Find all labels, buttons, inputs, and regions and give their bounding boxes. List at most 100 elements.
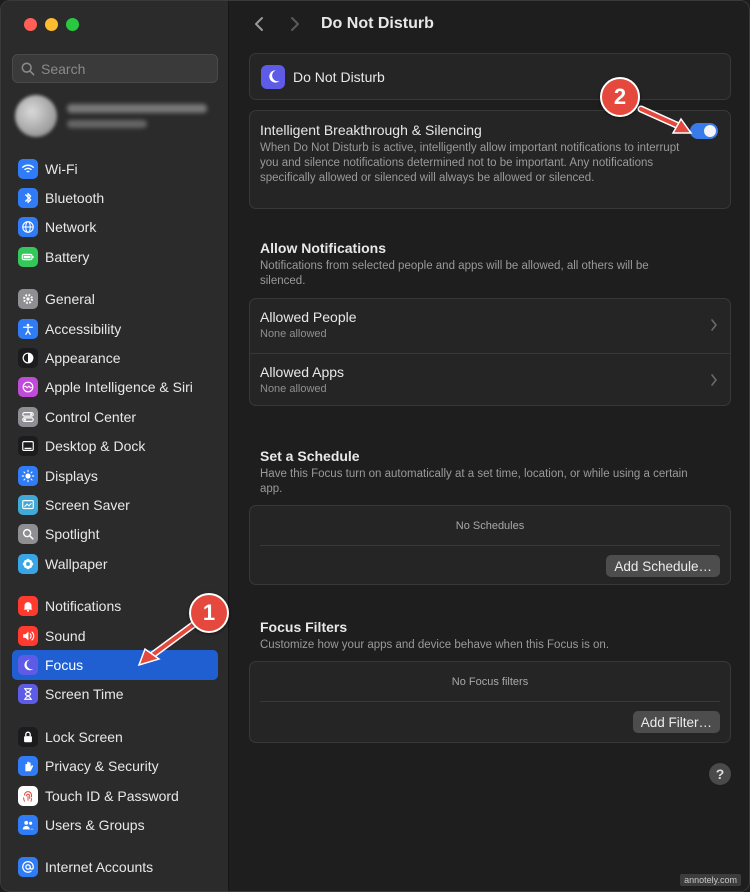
help-button[interactable]: ? xyxy=(709,763,731,785)
toolbar: Do Not Disturb xyxy=(230,1,749,47)
sidebar-item-displays[interactable]: Displays xyxy=(12,461,218,490)
hand-icon xyxy=(18,756,38,777)
forward-chevron-icon[interactable] xyxy=(286,15,304,33)
schedule-header: Set a Schedule Have this Focus turn on a… xyxy=(260,448,720,497)
sidebar-item-bluetooth[interactable]: Bluetooth xyxy=(12,183,218,212)
sidebar-item-label: Spotlight xyxy=(45,526,100,543)
sidebar-group: Wi-Fi Bluetooth Network Battery xyxy=(12,154,218,272)
sidebar-item-label: Network xyxy=(45,219,97,236)
sidebar-item-privacy-and-security[interactable]: Privacy & Security xyxy=(12,751,218,780)
wifi-icon xyxy=(18,158,38,179)
sidebar-item-screen-time[interactable]: Screen Time xyxy=(12,680,218,709)
dnd-focus-header: Do Not Disturb xyxy=(249,53,731,100)
back-chevron-icon[interactable] xyxy=(250,15,268,33)
gear-icon xyxy=(18,289,38,310)
no-schedules-text: No Schedules xyxy=(260,506,720,546)
sidebar-item-accessibility[interactable]: Accessibility xyxy=(12,314,218,343)
sidebar-item-label: Wi-Fi xyxy=(45,160,78,177)
allowed-apps-title: Allowed Apps xyxy=(260,364,345,380)
sidebar-item-apple-intelligence-and-siri[interactable]: Apple Intelligence & Siri xyxy=(12,373,218,402)
speaker-icon xyxy=(18,625,38,646)
allowed-people-row[interactable]: Allowed People None allowed xyxy=(250,299,730,353)
screen-saver-icon xyxy=(18,494,38,515)
sidebar-item-label: Apple Intelligence & Siri xyxy=(45,379,193,396)
zoom-window-button[interactable] xyxy=(66,18,79,31)
sidebar-item-label: Wallpaper xyxy=(45,555,108,572)
control-center-icon xyxy=(18,406,38,427)
close-window-button[interactable] xyxy=(24,18,37,31)
sidebar-item-label: Screen Saver xyxy=(45,496,130,513)
add-filter-button[interactable]: Add Filter… xyxy=(632,711,720,733)
search-field[interactable] xyxy=(12,54,218,83)
sidebar-item-touch-id-and-password[interactable]: Touch ID & Password xyxy=(12,781,218,810)
sidebar-group: General Accessibility Appearance Apple Inte… xyxy=(12,285,218,579)
sidebar-item-internet-accounts[interactable]: Internet Accounts xyxy=(12,853,218,882)
sidebar-item-desktop-and-dock[interactable]: Desktop & Dock xyxy=(12,432,218,461)
sidebar-item-label: Users & Groups xyxy=(45,816,145,833)
bell-icon xyxy=(18,596,38,617)
magnifier-icon xyxy=(18,524,38,545)
sidebar-item-spotlight[interactable]: Spotlight xyxy=(12,520,218,549)
sidebar-item-network[interactable]: Network xyxy=(12,213,218,242)
allowed-people-subtitle: None allowed xyxy=(260,328,327,340)
window-controls xyxy=(24,18,79,31)
schedule-description: Have this Focus turn on automatically at… xyxy=(260,468,688,495)
no-focus-filters-text: No Focus filters xyxy=(260,662,720,702)
sidebar-item-label: Touch ID & Password xyxy=(45,787,179,804)
moon-icon xyxy=(18,654,38,675)
chevron-right-icon xyxy=(711,374,717,386)
sidebar-item-label: Accessibility xyxy=(45,320,122,337)
sidebar-item-label: Focus xyxy=(45,656,84,673)
sidebar-item-control-center[interactable]: Control Center xyxy=(12,402,218,431)
profile-name-redacted xyxy=(67,104,207,128)
sidebar-item-label: Control Center xyxy=(45,408,137,425)
toggle-knob xyxy=(704,125,716,137)
annotation-arrow-1 xyxy=(137,621,197,667)
siri-icon xyxy=(18,377,38,398)
sidebar-item-label: Appearance xyxy=(45,350,121,367)
sidebar-item-label: Bluetooth xyxy=(45,190,105,207)
sidebar-item-wallpaper[interactable]: Wallpaper xyxy=(12,549,218,578)
apple-account-profile[interactable] xyxy=(15,93,215,139)
allow-notifications-description: Notifications from selected people and a… xyxy=(260,260,649,287)
chevron-right-icon xyxy=(711,319,717,331)
sidebar-item-label: Privacy & Security xyxy=(45,758,159,775)
dnd-label: Do Not Disturb xyxy=(293,68,385,85)
accessibility-icon xyxy=(18,318,38,339)
sidebar-item-lock-screen[interactable]: Lock Screen xyxy=(12,722,218,751)
dock-icon xyxy=(18,436,38,457)
minimize-window-button[interactable] xyxy=(45,18,58,31)
sidebar-item-screen-saver[interactable]: Screen Saver xyxy=(12,490,218,519)
battery-icon xyxy=(18,246,38,267)
breakthrough-description: When Do Not Disturb is active, intellige… xyxy=(260,142,680,184)
sidebar-group: Internet Accounts xyxy=(12,853,218,882)
page-title: Do Not Disturb xyxy=(321,15,434,32)
sidebar-item-wi-fi[interactable]: Wi-Fi xyxy=(12,154,218,183)
sidebar: Wi-Fi Bluetooth Network Battery General Acces… xyxy=(1,1,229,891)
sidebar-item-label: Internet Accounts xyxy=(45,859,154,876)
annotation-badge-1: 1 xyxy=(189,593,229,633)
schedule-card: No Schedules Add Schedule… xyxy=(249,505,731,585)
sidebar-item-notifications[interactable]: Notifications xyxy=(12,591,218,620)
sidebar-item-general[interactable]: General xyxy=(12,285,218,314)
allowed-apps-subtitle: None allowed xyxy=(260,383,327,395)
sidebar-item-label: General xyxy=(45,291,95,308)
sidebar-item-appearance[interactable]: Appearance xyxy=(12,343,218,372)
watermark: annotely.com xyxy=(680,874,741,886)
sidebar-item-label: Lock Screen xyxy=(45,728,123,745)
sun-icon xyxy=(18,465,38,486)
users-icon xyxy=(18,814,38,835)
search-input[interactable] xyxy=(41,60,211,77)
sidebar-item-label: Sound xyxy=(45,627,86,644)
sidebar-item-users-and-groups[interactable]: Users & Groups xyxy=(12,810,218,839)
focus-filters-card: No Focus filters Add Filter… xyxy=(249,661,731,743)
add-schedule-button[interactable]: Add Schedule… xyxy=(606,555,720,577)
appearance-icon xyxy=(18,348,38,369)
settings-window: Wi-Fi Bluetooth Network Battery General Acces… xyxy=(0,0,750,892)
sidebar-item-battery[interactable]: Battery xyxy=(12,242,218,271)
sidebar-item-label: Battery xyxy=(45,248,90,265)
sidebar-item-label: Desktop & Dock xyxy=(45,438,146,455)
allowed-apps-row[interactable]: Allowed Apps None allowed xyxy=(250,353,730,407)
allow-notifications-header: Allow Notifications Notifications from s… xyxy=(260,240,720,289)
sidebar-item-label: Screen Time xyxy=(45,686,124,703)
